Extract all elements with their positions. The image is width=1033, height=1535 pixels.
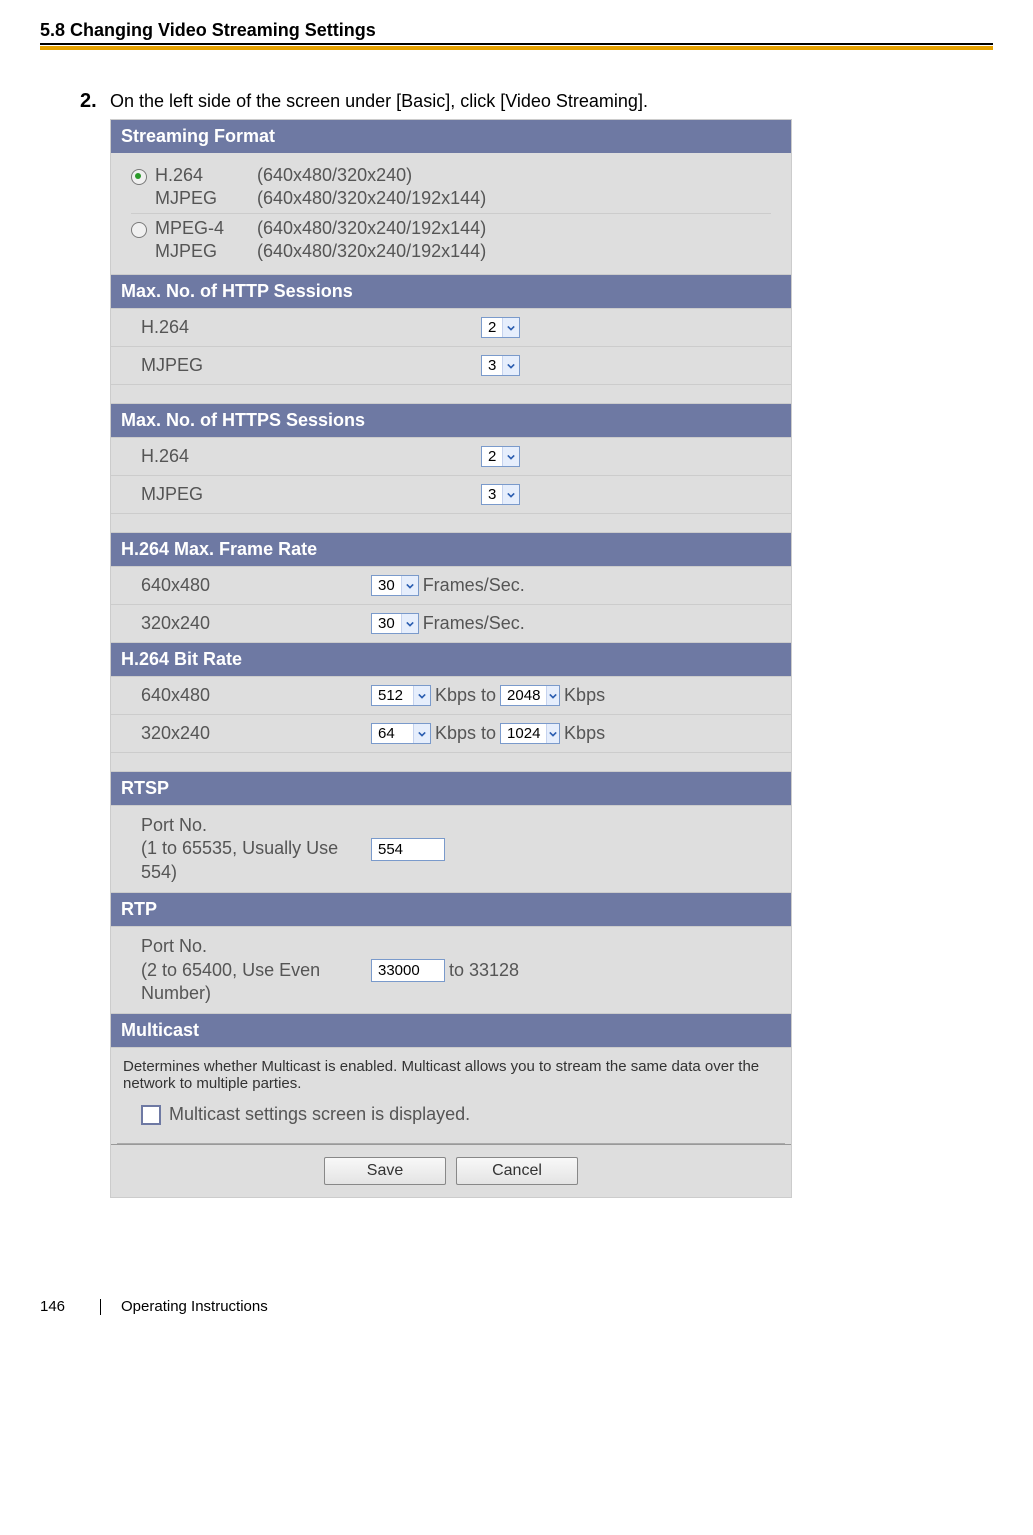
bitrate-320-from: 64: [372, 724, 413, 743]
framerate-320-label: 320x240: [111, 605, 361, 642]
page-number: 146: [40, 1298, 80, 1315]
multicast-checkbox-row[interactable]: Multicast settings screen is displayed.: [111, 1098, 791, 1143]
rtp-row: Port No. (2 to 65400, Use Even Number) t…: [111, 926, 791, 1013]
cancel-button[interactable]: Cancel: [456, 1157, 578, 1185]
chevron-down-icon: [413, 686, 430, 705]
checkbox-icon: [141, 1105, 161, 1125]
bitrate-320-from-select[interactable]: 64: [371, 723, 431, 744]
http-h264-value: 2: [482, 318, 502, 337]
header-multicast: Multicast: [111, 1013, 791, 1047]
framerate-640-value: 30: [372, 576, 401, 595]
section-title: 5.8 Changing Video Streaming Settings: [40, 20, 993, 41]
bitrate-320-label: 320x240: [111, 715, 361, 752]
step-text: On the left side of the screen under [Ba…: [110, 91, 648, 112]
chevron-down-icon: [502, 318, 519, 337]
chevron-down-icon: [502, 485, 519, 504]
chevron-down-icon: [401, 614, 418, 633]
https-mjpeg-value: 3: [482, 485, 502, 504]
framerate-320-select[interactable]: 30: [371, 613, 419, 634]
https-h264-row: H.264 2: [111, 437, 791, 475]
bitrate-320-to-select[interactable]: 1024: [500, 723, 560, 744]
chevron-down-icon: [401, 576, 418, 595]
bitrate-640-from: 512: [372, 686, 413, 705]
bitrate-640-from-select[interactable]: 512: [371, 685, 431, 706]
https-mjpeg-select[interactable]: 3: [481, 484, 520, 505]
rtp-suffix: to 33128: [449, 960, 519, 981]
https-h264-select[interactable]: 2: [481, 446, 520, 467]
opt1-codec1: H.264: [155, 165, 245, 186]
bitrate-640-to-select[interactable]: 2048: [500, 685, 560, 706]
header-rtp: RTP: [111, 892, 791, 926]
bitrate-unit: Kbps: [564, 723, 605, 744]
rtp-label: Port No. (2 to 65400, Use Even Number): [111, 927, 361, 1013]
http-h264-row: H.264 2: [111, 308, 791, 346]
bitrate-to-text: Kbps to: [435, 723, 496, 744]
header-frame-rate: H.264 Max. Frame Rate: [111, 532, 791, 566]
header-https-sessions: Max. No. of HTTPS Sessions: [111, 403, 791, 437]
step-number: 2.: [80, 90, 110, 113]
https-mjpeg-row: MJPEG 3: [111, 475, 791, 513]
radio-icon: [131, 169, 147, 185]
header-http-sessions: Max. No. of HTTP Sessions: [111, 274, 791, 308]
chevron-down-icon: [546, 686, 559, 705]
multicast-desc: Determines whether Multicast is enabled.…: [111, 1047, 791, 1098]
framerate-640-label: 640x480: [111, 567, 361, 604]
chevron-down-icon: [502, 447, 519, 466]
format-option-mpeg4[interactable]: MPEG-4 (640x480/320x240/192x144) MJPEG (…: [131, 214, 771, 266]
settings-panel: Streaming Format H.264 (640x480/320x240)…: [110, 119, 792, 1198]
framerate-640-select[interactable]: 30: [371, 575, 419, 596]
opt2-codec2: MJPEG: [155, 241, 245, 262]
framerate-640-row: 640x480 30 Frames/Sec.: [111, 566, 791, 604]
opt2-res1: (640x480/320x240/192x144): [257, 218, 486, 239]
opt2-res2: (640x480/320x240/192x144): [257, 241, 486, 262]
save-button[interactable]: Save: [324, 1157, 446, 1185]
page-footer: 146 Operating Instructions: [40, 1298, 993, 1315]
rtsp-label: Port No. (1 to 65535, Usually Use 554): [111, 806, 361, 892]
opt1-codec2: MJPEG: [155, 188, 245, 209]
footer-divider: [100, 1299, 101, 1315]
http-mjpeg-row: MJPEG 3: [111, 346, 791, 384]
https-mjpeg-label: MJPEG: [111, 476, 471, 513]
http-h264-select[interactable]: 2: [481, 317, 520, 338]
bitrate-unit: Kbps: [564, 685, 605, 706]
section-rule: [40, 43, 993, 50]
document-name: Operating Instructions: [121, 1298, 268, 1315]
bitrate-640-to: 2048: [501, 686, 546, 705]
button-bar: Save Cancel: [111, 1144, 791, 1197]
rtp-port-input[interactable]: [371, 959, 445, 982]
format-option-h264[interactable]: H.264 (640x480/320x240) MJPEG (640x480/3…: [131, 161, 771, 213]
https-h264-label: H.264: [111, 438, 471, 475]
http-mjpeg-select[interactable]: 3: [481, 355, 520, 376]
https-h264-value: 2: [482, 447, 502, 466]
http-h264-label: H.264: [111, 309, 471, 346]
opt1-res2: (640x480/320x240/192x144): [257, 188, 486, 209]
bitrate-320-row: 320x240 64 Kbps to 1024 Kbps: [111, 714, 791, 752]
chevron-down-icon: [546, 724, 559, 743]
chevron-down-icon: [413, 724, 430, 743]
header-rtsp: RTSP: [111, 771, 791, 805]
framerate-unit: Frames/Sec.: [423, 613, 525, 634]
header-bit-rate: H.264 Bit Rate: [111, 642, 791, 676]
bitrate-320-to: 1024: [501, 724, 546, 743]
http-mjpeg-label: MJPEG: [111, 347, 471, 384]
multicast-checkbox-label: Multicast settings screen is displayed.: [169, 1104, 470, 1125]
opt2-codec1: MPEG-4: [155, 218, 245, 239]
bitrate-640-label: 640x480: [111, 677, 361, 714]
rtsp-row: Port No. (1 to 65535, Usually Use 554): [111, 805, 791, 892]
bitrate-to-text: Kbps to: [435, 685, 496, 706]
radio-icon: [131, 222, 147, 238]
framerate-unit: Frames/Sec.: [423, 575, 525, 596]
framerate-320-row: 320x240 30 Frames/Sec.: [111, 604, 791, 642]
framerate-320-value: 30: [372, 614, 401, 633]
header-streaming-format: Streaming Format: [111, 120, 791, 153]
bitrate-640-row: 640x480 512 Kbps to 2048 Kbps: [111, 676, 791, 714]
opt1-res1: (640x480/320x240): [257, 165, 486, 186]
chevron-down-icon: [502, 356, 519, 375]
http-mjpeg-value: 3: [482, 356, 502, 375]
rtsp-port-input[interactable]: [371, 838, 445, 861]
step-row: 2. On the left side of the screen under …: [80, 90, 993, 113]
